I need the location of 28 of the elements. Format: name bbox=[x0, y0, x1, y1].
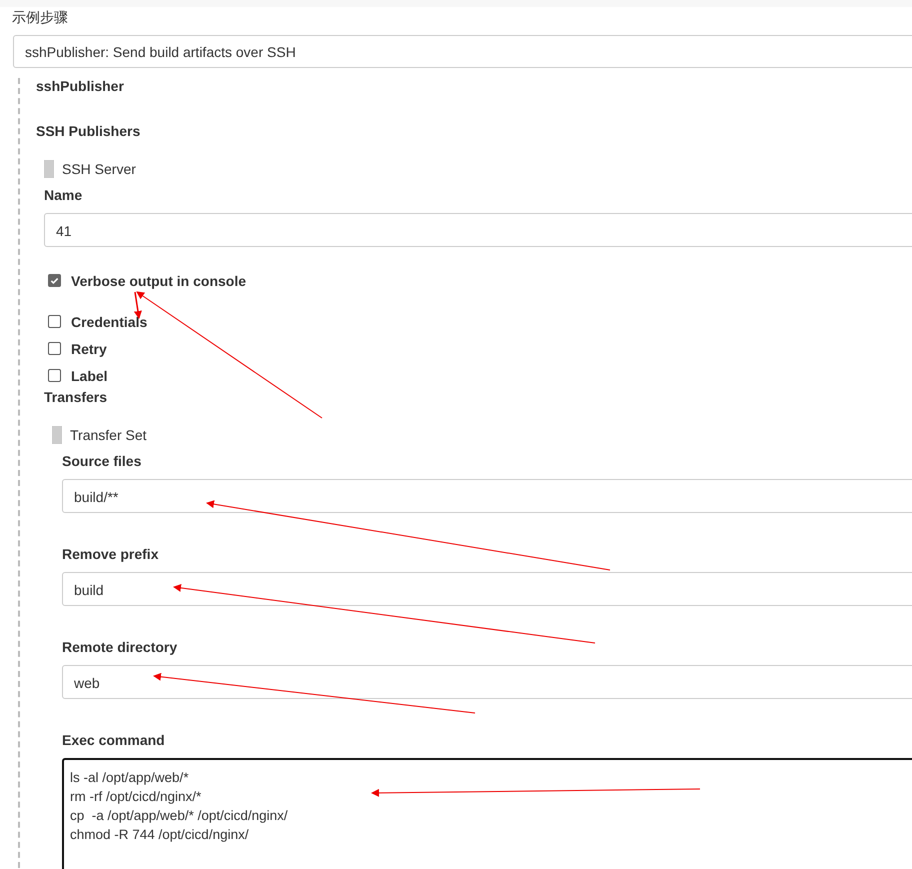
checkbox[interactable] bbox=[48, 274, 61, 287]
section-title: SSH Publishers bbox=[36, 123, 142, 140]
field-label: Exec command bbox=[62, 732, 166, 749]
step-select[interactable]: sshPublisher: Send build artifacts over SSH bbox=[13, 35, 912, 68]
checkbox-label: Label bbox=[71, 368, 108, 384]
drag-handle-icon[interactable] bbox=[44, 160, 54, 178]
field-label: Source files bbox=[62, 453, 142, 470]
input-field[interactable]: web bbox=[62, 665, 912, 699]
name-field[interactable]: 41 bbox=[44, 213, 912, 247]
exec-command-field[interactable]: ls -al /opt/app/web/* rm -rf /opt/cicd/nginx/* cp -a /opt/app/web/* /opt/cicd/nginx/ chmod -R 744 /opt/cicd/nginx/ bbox=[62, 758, 912, 869]
server-title: SSH Server bbox=[62, 160, 136, 178]
field-label: Name bbox=[44, 187, 84, 204]
field-label: Transfers bbox=[44, 389, 108, 406]
checkbox-label: Verbose output in console bbox=[71, 272, 246, 288]
checkbox[interactable] bbox=[48, 342, 61, 355]
drag-handle-icon[interactable] bbox=[52, 426, 62, 444]
input-field[interactable]: build bbox=[62, 572, 912, 606]
field-label: Remove prefix bbox=[62, 546, 160, 563]
section-title: sshPublisher bbox=[36, 78, 125, 95]
checkbox[interactable] bbox=[48, 315, 61, 328]
checkmark-icon bbox=[49, 275, 60, 286]
transfer-set-title: Transfer Set bbox=[70, 426, 147, 444]
checkbox-label: Retry bbox=[71, 340, 107, 356]
step-label: 示例步骤 bbox=[12, 9, 69, 26]
field-label: Remote directory bbox=[62, 639, 178, 656]
input-field[interactable]: build/** bbox=[62, 479, 912, 513]
checkbox[interactable] bbox=[48, 369, 61, 382]
checkbox-label: Credentials bbox=[71, 314, 148, 330]
